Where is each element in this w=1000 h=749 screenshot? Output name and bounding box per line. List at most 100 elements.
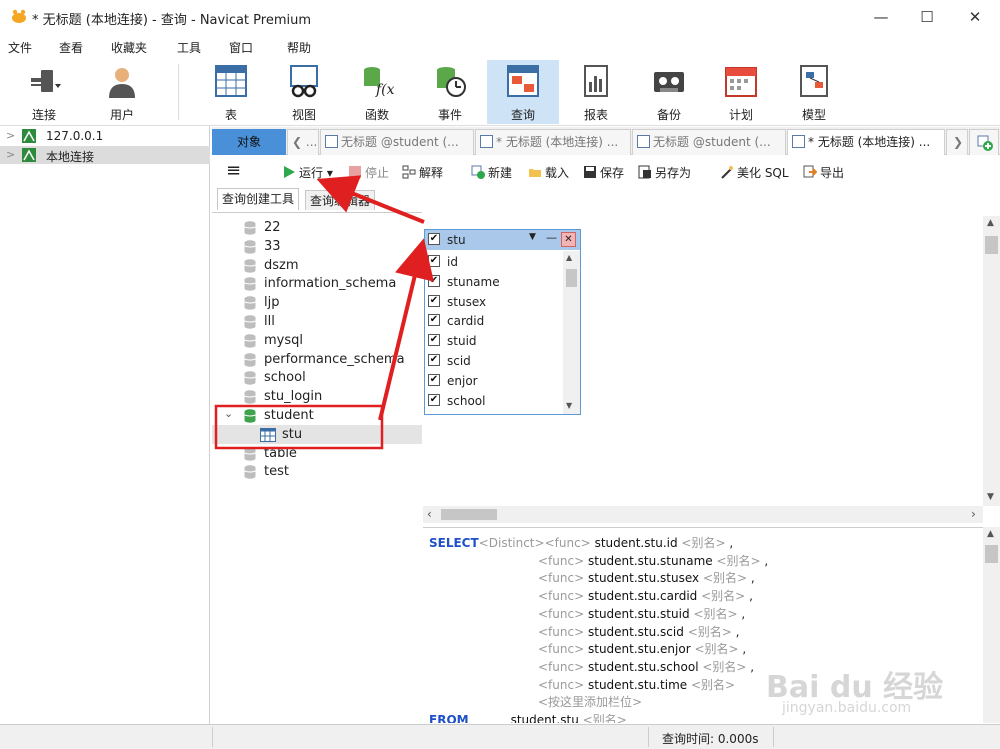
tab-query-active[interactable]: * 无标题 (本地连接) ... — [787, 129, 945, 155]
sql-column[interactable]: student.stu.enjor — [588, 642, 691, 656]
func-placeholder[interactable]: <func> — [538, 571, 584, 585]
tree-database-item[interactable]: performance_schema — [212, 350, 422, 369]
alias-placeholder[interactable]: <别名> — [701, 589, 745, 603]
explain-button[interactable]: 解释 — [402, 164, 443, 181]
tree-database-item[interactable]: 33 — [212, 237, 422, 256]
toolbar-view-button[interactable]: 视图 — [272, 60, 336, 124]
menu-tools[interactable]: 工具 — [177, 39, 201, 56]
field-checkbox[interactable]: ✔ — [428, 314, 440, 327]
toolbar-user-button[interactable]: 用户 — [90, 60, 154, 124]
table-select-all-checkbox[interactable]: ✔ — [428, 233, 440, 245]
scrollbar-thumb[interactable] — [985, 545, 998, 563]
field-row[interactable]: ✔ stuid — [425, 331, 563, 351]
field-checkbox[interactable]: ✔ — [428, 255, 440, 267]
connection-item[interactable]: > 127.0.0.1 — [0, 127, 210, 145]
field-row[interactable]: ✔ school — [425, 391, 563, 411]
toolbar-backup-button[interactable]: 备份 — [637, 60, 701, 124]
tree-database-item[interactable]: ⌄ student — [212, 406, 422, 425]
add-column-placeholder[interactable]: <按这里添加栏位> — [538, 695, 642, 709]
menu-window[interactable]: 窗口 — [229, 39, 253, 56]
func-placeholder[interactable]: <func> — [545, 536, 591, 550]
alias-placeholder[interactable]: <别名> — [691, 678, 735, 692]
alias-placeholder[interactable]: <别名> — [681, 536, 725, 550]
table-box-header[interactable]: ✔ stu ▼ — ✕ — [425, 230, 580, 250]
table-field-box[interactable]: ✔ stu ▼ — ✕ ✔ id ✔ stuname ✔ stusex ✔ cardid ✔ st… — [424, 229, 581, 415]
table-box-menu-icon[interactable]: ▼ — [529, 232, 536, 242]
alias-placeholder[interactable]: <别名> — [693, 607, 737, 621]
sql-line[interactable]: <func> student.stu.time <别名> — [538, 676, 735, 693]
scroll-up-icon[interactable]: ▲ — [987, 529, 994, 539]
func-placeholder[interactable]: <func> — [538, 660, 584, 674]
tab-scroll-right[interactable]: ❯ — [946, 129, 968, 155]
minimize-button[interactable]: — — [858, 0, 904, 34]
tree-database-item[interactable]: ljp — [212, 293, 422, 312]
scroll-left-icon[interactable]: ‹ — [427, 507, 432, 521]
field-list-scrollbar[interactable]: ▲ ▼ — [563, 251, 580, 414]
load-button[interactable]: 载入 — [528, 164, 569, 181]
sql-line[interactable]: <按这里添加栏位> — [538, 693, 642, 710]
field-row[interactable]: ✔ stusex — [425, 292, 563, 312]
scroll-down-icon[interactable]: ▼ — [987, 492, 994, 502]
new-query-button[interactable]: 新建 — [471, 164, 512, 181]
distinct-placeholder[interactable]: <Distinct> — [479, 536, 545, 550]
sql-column[interactable]: student.stu.time — [588, 678, 687, 692]
sql-column[interactable]: student.stu — [511, 713, 579, 723]
sql-column[interactable]: student.stu.cardid — [588, 589, 697, 603]
scroll-right-icon[interactable]: › — [971, 507, 976, 521]
tree-database-item[interactable]: test — [212, 462, 422, 481]
field-row[interactable]: ✔ id — [425, 252, 563, 272]
func-placeholder[interactable]: <func> — [538, 607, 584, 621]
tree-database-item[interactable]: stu_login — [212, 387, 422, 406]
sql-line[interactable]: <func> student.stu.school <别名> , — [538, 658, 754, 675]
tree-table-item[interactable]: stu — [212, 424, 422, 444]
beautify-sql-button[interactable]: 美化 SQL — [720, 164, 789, 181]
tab-query[interactable]: 无标题 @student (... — [320, 129, 474, 155]
sql-line[interactable]: FROM student.stu <别名> — [429, 711, 627, 723]
sql-column[interactable]: student.stu.stuid — [588, 607, 690, 621]
canvas-vertical-scrollbar[interactable]: ▲ ▼ — [983, 216, 1000, 506]
alias-placeholder[interactable]: <别名> — [703, 571, 747, 585]
run-button[interactable]: 运行 ▾ — [282, 164, 333, 181]
field-row[interactable]: ✔ cardid — [425, 311, 563, 331]
sql-line[interactable]: <func> student.stu.cardid <别名> , — [538, 587, 753, 604]
sql-line[interactable]: <func> student.stu.scid <别名> , — [538, 623, 739, 640]
field-row[interactable]: ✔ stuname — [425, 272, 563, 292]
hamburger-menu-icon[interactable]: ≡ — [226, 160, 241, 181]
field-checkbox[interactable]: ✔ — [428, 294, 440, 307]
sql-column[interactable]: student.stu.scid — [588, 625, 684, 639]
field-checkbox[interactable]: ✔ — [428, 354, 440, 366]
tab-query-editor[interactable]: 查询编辑器 — [305, 190, 376, 210]
menu-favorites[interactable]: 收藏夹 — [111, 39, 147, 56]
canvas-horizontal-scrollbar[interactable]: ‹ › — [423, 506, 983, 523]
scrollbar-thumb[interactable] — [441, 509, 497, 520]
alias-placeholder[interactable]: <别名> — [688, 625, 732, 639]
alias-placeholder[interactable]: <别名> — [694, 642, 738, 656]
table-box-minimize-icon[interactable]: — — [546, 231, 557, 244]
tab-scroll-left[interactable]: ❮ ... — [287, 129, 319, 155]
func-placeholder[interactable]: <func> — [538, 554, 584, 568]
toolbar-table-button[interactable]: 表 — [199, 60, 263, 124]
tree-database-item[interactable]: dszm — [212, 256, 422, 275]
toolbar-function-button[interactable]: f(x) 函数 — [345, 60, 409, 124]
tree-database-item[interactable]: information_schema — [212, 274, 422, 293]
scrollbar-thumb[interactable] — [985, 236, 998, 254]
sql-column[interactable]: student.stu.stusex — [588, 571, 699, 585]
chevron-down-icon[interactable]: ⌄ — [224, 407, 233, 420]
tree-database-item[interactable]: mysql — [212, 331, 422, 350]
chevron-right-icon[interactable]: > — [6, 148, 15, 161]
func-placeholder[interactable]: <func> — [538, 625, 584, 639]
tab-query-builder[interactable]: 查询创建工具 — [217, 188, 300, 210]
sql-vertical-scrollbar[interactable]: ▲ — [983, 527, 1000, 723]
sql-line[interactable]: <func> student.stu.enjor <别名> , — [538, 640, 746, 657]
scroll-up-icon[interactable]: ▲ — [987, 218, 994, 228]
field-checkbox[interactable]: ✔ — [428, 334, 440, 347]
toolbar-connect-button[interactable]: 连接 — [12, 60, 76, 124]
save-button[interactable]: 保存 — [583, 164, 624, 181]
sql-column[interactable]: student.stu.stuname — [588, 554, 713, 568]
field-checkbox[interactable]: ✔ — [428, 393, 440, 406]
new-tab-button[interactable] — [969, 129, 999, 155]
alias-placeholder[interactable]: <别名> — [583, 713, 627, 723]
func-placeholder[interactable]: <func> — [538, 642, 584, 656]
menu-file[interactable]: 文件 — [8, 39, 32, 56]
sql-line[interactable]: SELECT<Distinct><func> student.stu.id <别… — [429, 534, 733, 551]
